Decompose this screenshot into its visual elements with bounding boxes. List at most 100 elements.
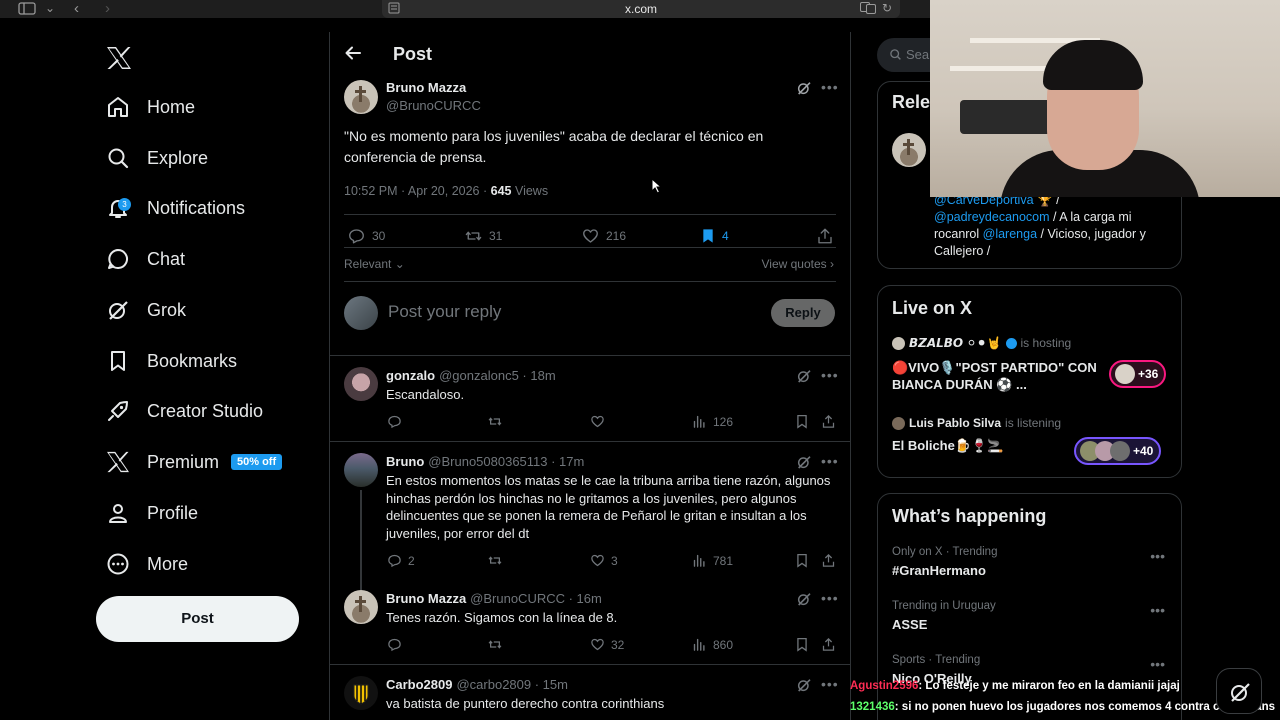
repost-button[interactable] — [487, 553, 503, 568]
reply-count: 2 — [408, 553, 415, 568]
avatar[interactable] — [344, 367, 378, 401]
more-options-icon[interactable]: ••• — [821, 453, 839, 469]
nav-home[interactable]: Home — [104, 89, 195, 125]
reply-submit-button[interactable]: Reply — [771, 299, 835, 327]
avatar[interactable] — [344, 676, 378, 710]
nav-chat-label: Chat — [147, 248, 186, 269]
reply-author-handle: @BrunoCURCC · 16m — [470, 591, 602, 606]
avatar[interactable] — [892, 133, 926, 167]
views-button[interactable]: 781 — [692, 553, 733, 568]
bookmark-icon[interactable] — [795, 414, 809, 429]
author-handle[interactable]: @BrunoCURCC — [386, 98, 481, 113]
repost-button[interactable] — [487, 637, 503, 652]
address-bar[interactable]: x.com ↻ — [382, 0, 900, 18]
like-button[interactable]: 3 — [590, 553, 618, 568]
space-title[interactable]: 🔴VIVO🎙️"POST PARTIDO" CON BIANCA DURÁN ⚽… — [892, 359, 1102, 393]
reply-author[interactable]: Carbo2809 @carbo2809 · 15m — [386, 677, 568, 692]
reply-author[interactable]: gonzalo @gonzalonc5 · 18m — [386, 368, 556, 383]
more-options-icon[interactable]: ••• — [821, 79, 839, 95]
reply-text: Escandaloso. — [386, 387, 465, 402]
grok-icon[interactable] — [796, 368, 812, 384]
nav-notifications-label: Notifications — [147, 197, 246, 218]
grok-icon[interactable] — [796, 677, 812, 693]
bookmark-icon[interactable] — [795, 637, 809, 652]
avatar[interactable] — [344, 590, 378, 624]
more-options-icon[interactable]: ••• — [821, 590, 839, 606]
nav-profile[interactable]: Profile — [104, 495, 198, 531]
reply-input[interactable]: Post your reply — [388, 302, 501, 322]
nav-creator-studio[interactable]: Creator Studio — [104, 393, 263, 429]
reply-button[interactable] — [387, 637, 402, 652]
grok-icon[interactable] — [796, 454, 812, 470]
bio-mention-link[interactable]: @larenga — [983, 227, 1037, 241]
more-options-icon[interactable]: ••• — [821, 676, 839, 692]
reload-icon[interactable]: ↻ — [882, 1, 892, 15]
stream-chat-message: 1321436: si no ponen huevo los jugadores… — [850, 701, 1275, 713]
share-icon[interactable] — [821, 414, 836, 429]
x-logo-icon[interactable] — [106, 46, 132, 70]
space-host-name[interactable]: Luis Pablo Silva — [909, 416, 1001, 430]
more-options-icon[interactable]: ••• — [1150, 548, 1165, 564]
compose-post-button[interactable]: Post — [96, 596, 299, 642]
heart-icon — [581, 227, 600, 245]
reply-button[interactable] — [387, 414, 402, 429]
views-button[interactable]: 126 — [692, 414, 733, 429]
profile-icon — [104, 499, 132, 527]
reply-button[interactable]: 2 — [387, 553, 415, 568]
more-options-icon[interactable]: ••• — [1150, 656, 1165, 672]
more-options-icon[interactable]: ••• — [821, 367, 839, 383]
nav-more[interactable]: More — [104, 546, 188, 582]
avatar[interactable] — [344, 80, 378, 114]
reply-author[interactable]: Bruno Mazza @BrunoCURCC · 16m — [386, 591, 602, 606]
trend-name[interactable]: ASSE — [892, 617, 927, 632]
back-arrow-icon[interactable] — [344, 44, 362, 62]
grok-floating-button[interactable] — [1216, 668, 1262, 714]
repost-button[interactable] — [487, 414, 503, 429]
share-icon[interactable] — [821, 553, 836, 568]
space-listeners-pill[interactable]: +36 — [1109, 360, 1167, 388]
translate-icon[interactable] — [860, 2, 876, 14]
bookmark-button[interactable]: 4 — [700, 227, 729, 245]
more-options-icon[interactable]: ••• — [1150, 602, 1165, 618]
repost-button[interactable]: 31 — [464, 227, 502, 245]
reply-sort-dropdown[interactable]: Relevant ⌄ — [344, 257, 405, 271]
space-title[interactable]: El Boliche🍺🍷🚬 — [892, 437, 1092, 454]
reply-author[interactable]: Bruno @Bruno5080365113 · 17m — [386, 454, 584, 469]
grok-icon — [104, 296, 132, 324]
avatar — [892, 336, 905, 350]
space-host-name[interactable]: 𝘽𝙕𝘼𝙇𝘽𝙊 ⚪⚫🤘 — [909, 336, 1002, 350]
nav-explore[interactable]: Explore — [104, 140, 208, 176]
view-quotes-link[interactable]: View quotes › — [762, 257, 835, 271]
avatar[interactable] — [344, 453, 378, 487]
trend-name[interactable]: #GranHermano — [892, 563, 986, 578]
views-button[interactable]: 860 — [692, 637, 733, 652]
chevron-down-icon[interactable]: ⌄ — [45, 1, 55, 15]
nav-chat[interactable]: Chat — [104, 241, 185, 277]
grok-icon[interactable] — [796, 591, 812, 607]
sidebar-toggle-icon[interactable] — [18, 2, 36, 15]
nav-premium[interactable]: Premium 50% off — [104, 444, 283, 480]
reply-button[interactable]: 30 — [347, 227, 385, 245]
forward-arrow-icon[interactable]: › — [105, 0, 110, 17]
chat-bubble-icon — [104, 245, 132, 273]
like-button[interactable] — [590, 414, 605, 429]
share-icon[interactable] — [816, 227, 834, 245]
like-button[interactable]: 32 — [590, 637, 624, 652]
share-icon[interactable] — [821, 637, 836, 652]
grok-icon[interactable] — [796, 80, 812, 96]
bio-mention-link[interactable]: @padreydecanocom — [934, 210, 1050, 224]
author-name[interactable]: Bruno Mazza — [386, 80, 466, 95]
back-arrow-icon[interactable]: ‹ — [74, 0, 79, 17]
mouse-cursor-icon — [651, 178, 663, 194]
nav-creator-studio-label: Creator Studio — [147, 400, 264, 421]
views-label: Views — [511, 184, 549, 198]
analytics-icon — [692, 637, 707, 652]
listener-count: +36 — [1138, 367, 1159, 381]
live-on-x-card: Live on X 𝘽𝙕𝘼𝙇𝘽𝙊 ⚪⚫🤘 is hosting 🔴VIVO🎙️"… — [877, 285, 1182, 478]
space-listeners-pill[interactable]: +40 — [1074, 437, 1162, 465]
nav-grok[interactable]: Grok — [104, 292, 186, 328]
like-button[interactable]: 216 — [581, 227, 626, 245]
bookmark-icon[interactable] — [795, 553, 809, 568]
nav-notifications[interactable]: 3 Notifications — [104, 190, 245, 226]
nav-bookmarks[interactable]: Bookmarks — [104, 343, 237, 379]
